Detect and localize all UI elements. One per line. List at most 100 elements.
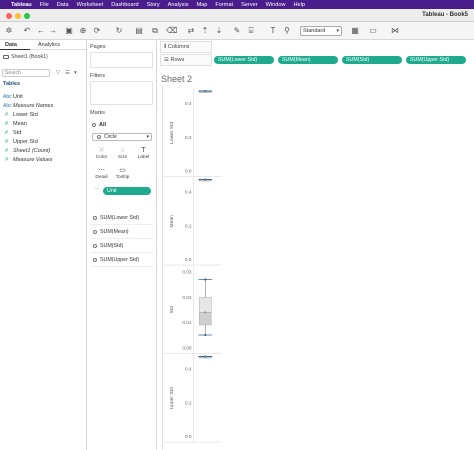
sort-ascending-icon[interactable]: ⇡ <box>200 26 210 36</box>
measure-field-icon: # <box>5 157 8 163</box>
clear-sheet-icon[interactable]: ⌫ <box>166 26 177 36</box>
field-measure-values[interactable]: # Measure Values <box>3 156 53 164</box>
fit-dropdown-value: Standard <box>303 28 326 34</box>
rows-pill[interactable]: SUM(Upper Std) <box>406 56 466 64</box>
menu-analysis[interactable]: Analysis <box>168 2 189 8</box>
axis-title: Upper Std <box>169 387 175 409</box>
circle-mark-icon <box>93 230 97 234</box>
marks-measure-row[interactable]: SUM(Upper Std) <box>90 254 153 267</box>
tick-label: 0.0 <box>185 257 192 263</box>
field-lower-std[interactable]: # Lower Std <box>3 111 38 119</box>
measure-field-icon: # <box>5 121 8 127</box>
close-window-button[interactable] <box>6 12 12 19</box>
zoom-window-button[interactable] <box>24 12 30 19</box>
rows-pill[interactable]: SUM(Mean) <box>278 56 338 64</box>
box-lower <box>199 312 212 326</box>
shelves-area: ⫴ Columns ☰ Rows SUM(Lower Std) SUM(Mean)… <box>158 40 474 68</box>
pages-shelf[interactable] <box>90 52 153 68</box>
fit-dropdown[interactable]: Standard ▾ <box>300 26 342 36</box>
datasource-item[interactable]: Sheet1 (Book1) <box>3 54 48 60</box>
circle-icon <box>92 122 96 127</box>
data-pane: Data Analytics Sheet1 (Book1) Search ▽ ☰… <box>0 40 87 450</box>
menu-server[interactable]: Server <box>241 2 257 8</box>
back-arrow-icon[interactable]: ← <box>36 26 46 36</box>
sort-descending-icon[interactable]: ⇣ <box>214 26 224 36</box>
menu-dashboard[interactable]: Dashboard <box>111 2 138 8</box>
highlight-icon[interactable]: ✎ <box>232 26 242 36</box>
detail-button[interactable]: ⋯ Detail <box>93 166 110 183</box>
tab-analytics[interactable]: Analytics <box>38 42 60 48</box>
field-upper-std[interactable]: # Upper Std <box>3 138 38 146</box>
marks-measure-row[interactable]: SUM(Lower Std) <box>90 212 153 225</box>
dimension-field-icon: Abc <box>3 94 12 100</box>
marks-measure-row[interactable]: SUM(Mean) <box>90 226 153 239</box>
axis-title: Std <box>169 306 175 314</box>
tick-label: 0.01 <box>182 320 192 326</box>
share-icon[interactable]: ⋈ <box>390 26 400 36</box>
new-worksheet-icon[interactable]: ▤ <box>134 26 144 36</box>
tooltip-icon: ▭ <box>119 167 126 174</box>
field-sheet1-count[interactable]: # Sheet1 (Count) <box>3 147 50 155</box>
menu-file[interactable]: File <box>40 2 49 8</box>
tick-label: 0.2 <box>185 135 192 141</box>
tick-label: 0.0 <box>185 434 192 440</box>
pause-updates-icon[interactable]: ⟳ <box>92 26 102 36</box>
marks-measure-row[interactable]: SUM(Std) <box>90 240 153 253</box>
marks-all-label: All <box>99 122 107 128</box>
menu-format[interactable]: Format <box>215 2 233 8</box>
data-point <box>204 311 207 314</box>
mark-type-dropdown[interactable]: Circle ▾ <box>92 133 152 141</box>
refresh-icon[interactable]: ↻ <box>114 26 124 36</box>
tab-data[interactable]: Data <box>5 42 17 48</box>
field-std[interactable]: # Std <box>3 129 21 137</box>
rows-pill[interactable]: SUM(Lower Std) <box>214 56 274 64</box>
marks-measure-label: SUM(Std) <box>100 243 124 249</box>
menu-story[interactable]: Story <box>147 2 160 8</box>
swap-rows-columns-icon[interactable]: ⇄ <box>186 26 196 36</box>
menu-data[interactable]: Data <box>57 2 69 8</box>
menu-map[interactable]: Map <box>197 2 208 8</box>
field-label: Measure Values <box>13 157 53 163</box>
app-menu[interactable]: Tableau <box>11 2 32 8</box>
forward-arrow-icon[interactable]: → <box>48 26 58 36</box>
tooltip-button[interactable]: ▭ Tooltip <box>114 166 131 183</box>
filter-icon[interactable]: ▽ <box>56 70 60 76</box>
marks-all-tab[interactable]: All <box>92 122 106 128</box>
new-datasource-icon[interactable]: ⊕ <box>78 26 88 36</box>
size-button[interactable]: ◌ Size <box>114 146 131 163</box>
menu-help[interactable]: Help <box>294 2 306 8</box>
view-toggle-icon[interactable]: ☰ <box>65 70 70 76</box>
menu-worksheet[interactable]: Worksheet <box>77 2 104 8</box>
show-labels-icon[interactable]: T <box>268 26 278 36</box>
data-point <box>204 355 207 358</box>
filters-shelf[interactable] <box>90 81 153 105</box>
detail-icon: ⋯ <box>98 167 105 174</box>
label-icon: T <box>141 147 146 154</box>
presentation-mode-icon[interactable]: ▦ <box>350 26 360 36</box>
circle-mark-icon <box>93 216 97 220</box>
field-mean[interactable]: # Mean <box>3 120 27 128</box>
data-point <box>204 90 207 92</box>
rows-pill[interactable]: SUM(Std) <box>342 56 402 64</box>
duplicate-sheet-icon[interactable]: ⧉ <box>150 26 160 36</box>
fix-axes-icon[interactable]: ⚲ <box>282 26 292 36</box>
minimize-window-button[interactable] <box>15 12 21 19</box>
mark-type-value: Circle <box>104 134 117 140</box>
rows-shelf-label: ☰ Rows <box>160 54 212 66</box>
search-input[interactable]: Search <box>2 69 50 77</box>
menu-window[interactable]: Window <box>266 2 286 8</box>
group-icon[interactable]: ⌸ <box>246 26 256 36</box>
tableau-logo-icon[interactable]: ✲ <box>4 26 14 36</box>
color-button[interactable]: ⁙ Color <box>93 146 110 163</box>
field-unit[interactable]: Abc Unit <box>3 93 23 101</box>
chevron-down-icon[interactable]: ▾ <box>74 70 77 76</box>
label-button[interactable]: T Label <box>135 146 152 163</box>
tick-label: 0.03 <box>182 270 192 276</box>
show-me-icon[interactable]: ▭ <box>368 26 378 36</box>
field-measure-names[interactable]: Abc Measure Names <box>3 102 53 110</box>
unit-detail-pill[interactable]: Unit <box>103 187 151 195</box>
save-icon[interactable]: ▣ <box>64 26 74 36</box>
tick-label: 0.4 <box>185 190 192 196</box>
undo-icon[interactable]: ↶ <box>22 26 32 36</box>
field-label: Measure Names <box>13 103 54 109</box>
